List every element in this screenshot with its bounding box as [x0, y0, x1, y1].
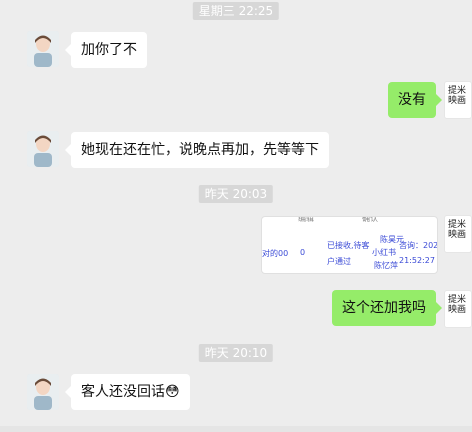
- message-bubble-received[interactable]: 客人还没回话😳: [65, 374, 190, 410]
- avatar-contact[interactable]: [27, 131, 59, 167]
- image-text: 小红书: [372, 248, 396, 257]
- timestamp: 昨天 20:10: [198, 344, 274, 362]
- message-bubble-received[interactable]: 她现在还在忙，说晚点再加，先等等下: [65, 132, 329, 168]
- image-text: 已接收,待客: [327, 241, 370, 250]
- image-text: 咨询：2024: [399, 241, 438, 250]
- message-bubble-sent[interactable]: 没有: [388, 82, 442, 118]
- avatar-contact[interactable]: [27, 374, 59, 410]
- input-area-divider: [0, 426, 472, 432]
- image-text: 0: [300, 248, 306, 257]
- avatar-self[interactable]: 提米 映画: [444, 81, 472, 119]
- logo-line: 提米: [448, 220, 467, 230]
- timestamp: 星期三 22:25: [192, 2, 280, 20]
- image-text: 21:52:27: [399, 256, 435, 265]
- logo-line: 映画: [448, 230, 467, 240]
- image-text: 陈忆萍: [374, 261, 398, 270]
- image-message[interactable]: 编辑 确认 对的00 0 已接收,待客 户通过 陈昊元 小红书 陈忆萍 咨询：2…: [261, 216, 438, 274]
- timestamp: 昨天 20:03: [198, 185, 274, 203]
- image-text: 编辑: [298, 216, 314, 223]
- message-bubble-sent[interactable]: 这个还加我吗: [332, 290, 442, 326]
- image-text: 确认: [362, 216, 378, 223]
- logo-line: 映画: [448, 305, 467, 315]
- image-text: 对的00: [262, 249, 289, 258]
- logo-line: 提米: [448, 295, 467, 305]
- logo-line: 提米: [448, 86, 467, 96]
- avatar-self[interactable]: 提米 映画: [444, 215, 472, 253]
- avatar-contact[interactable]: [27, 31, 59, 67]
- message-bubble-received[interactable]: 加你了不: [65, 32, 147, 68]
- avatar-self[interactable]: 提米 映画: [444, 290, 472, 328]
- image-text: 户通过: [327, 257, 351, 266]
- logo-line: 映画: [448, 96, 467, 106]
